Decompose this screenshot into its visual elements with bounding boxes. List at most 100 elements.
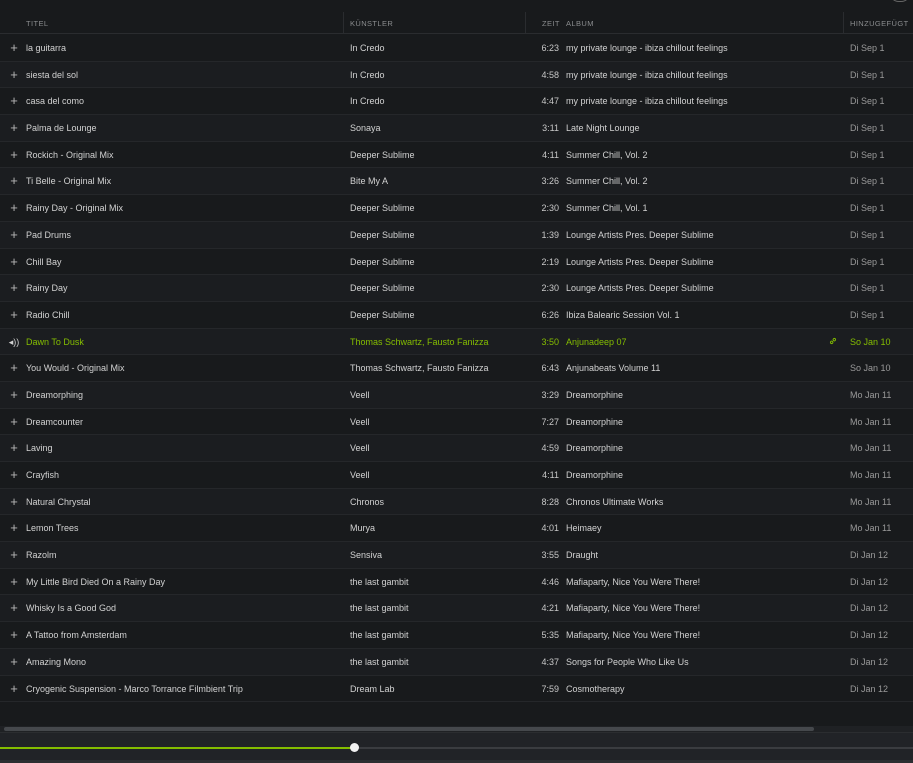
- track-album[interactable]: Summer Chill, Vol. 2: [566, 150, 821, 160]
- table-row[interactable]: + My Little Bird Died On a Rainy Day the l…: [0, 569, 913, 596]
- table-row[interactable]: + Dreamcounter Veell 7:27 Dreamorphine Mo Jan…: [0, 409, 913, 436]
- track-artist[interactable]: In Credo: [350, 43, 530, 53]
- track-artist[interactable]: Deeper Sublime: [350, 257, 530, 267]
- track-artist[interactable]: the last gambit: [350, 577, 530, 587]
- add-icon[interactable]: +: [7, 40, 21, 55]
- track-artist[interactable]: Sensiva: [350, 550, 530, 560]
- table-row[interactable]: + Crayfish Veell 4:11 Dreamorphine Mo Jan 11: [0, 462, 913, 489]
- add-icon[interactable]: +: [7, 67, 21, 82]
- add-icon[interactable]: +: [7, 574, 21, 589]
- table-row[interactable]: + Amazing Mono the last gambit 4:37 Songs fo…: [0, 648, 913, 676]
- col-header-title[interactable]: TITEL: [26, 19, 48, 28]
- table-row[interactable]: + Whisky Is a Good God the last gambit 4:21…: [0, 595, 913, 623]
- table-row[interactable]: + Natural Chrystal Chronos 8:28 Chronos Ulti…: [0, 488, 913, 516]
- track-album[interactable]: Heimaey: [566, 523, 821, 533]
- add-icon[interactable]: +: [7, 93, 21, 108]
- add-icon[interactable]: +: [7, 627, 21, 642]
- track-album[interactable]: Dreamorphine: [566, 390, 821, 400]
- track-album[interactable]: Mafiaparty, Nice You Were There!: [566, 603, 821, 613]
- link-icon[interactable]: [829, 337, 839, 347]
- table-row[interactable]: + casa del como In Credo 4:47 my private lou…: [0, 88, 913, 116]
- track-album[interactable]: Chronos Ultimate Works: [566, 497, 821, 507]
- table-row[interactable]: + Pad Drums Deeper Sublime 1:39 Lounge Artis…: [0, 221, 913, 249]
- add-icon[interactable]: +: [7, 467, 21, 482]
- track-artist[interactable]: Deeper Sublime: [350, 283, 530, 293]
- col-header-added[interactable]: HINZUGEFÜGT: [850, 19, 909, 28]
- col-divider[interactable]: [843, 12, 844, 34]
- track-album[interactable]: Summer Chill, Vol. 2: [566, 176, 821, 186]
- add-icon[interactable]: +: [7, 387, 21, 402]
- playback-progress-bar[interactable]: [0, 743, 913, 752]
- add-icon[interactable]: +: [7, 227, 21, 242]
- table-row[interactable]: + Rainy Day - Original Mix Deeper Sublime 2…: [0, 195, 913, 222]
- track-artist[interactable]: Chronos: [350, 497, 530, 507]
- add-icon[interactable]: +: [7, 654, 21, 669]
- track-artist[interactable]: Deeper Sublime: [350, 310, 530, 320]
- track-artist[interactable]: Murya: [350, 523, 530, 533]
- table-row[interactable]: + Lemon Trees Murya 4:01 Heimaey Mo Jan 11: [0, 515, 913, 543]
- add-icon[interactable]: +: [7, 414, 21, 429]
- track-artist[interactable]: Thomas Schwartz, Fausto Fanizza: [350, 337, 530, 347]
- speaker-icon[interactable]: ◂)): [7, 337, 21, 348]
- table-row[interactable]: + la guitarra In Credo 6:23 my private loung…: [0, 35, 913, 62]
- header-scroll-knob[interactable]: [889, 0, 911, 2]
- add-icon[interactable]: +: [7, 307, 21, 322]
- add-icon[interactable]: +: [7, 147, 21, 162]
- add-icon[interactable]: +: [7, 440, 21, 455]
- track-artist[interactable]: Deeper Sublime: [350, 230, 530, 240]
- track-album[interactable]: Anjunabeats Volume 11: [566, 363, 821, 373]
- track-album[interactable]: Late Night Lounge: [566, 123, 821, 133]
- table-row[interactable]: + Radio Chill Deeper Sublime 6:26 Ibiza Bale…: [0, 302, 913, 329]
- track-artist[interactable]: Veell: [350, 443, 530, 453]
- track-album[interactable]: Summer Chill, Vol. 1: [566, 203, 821, 213]
- track-artist[interactable]: Veell: [350, 390, 530, 400]
- table-row[interactable]: + Ti Belle - Original Mix Bite My A 3:26 Sum…: [0, 168, 913, 196]
- track-artist[interactable]: Veell: [350, 470, 530, 480]
- table-row[interactable]: + siesta del sol In Credo 4:58 my private lo…: [0, 61, 913, 89]
- track-album[interactable]: my private lounge - ibiza chillout feeli…: [566, 96, 821, 106]
- track-artist[interactable]: Veell: [350, 417, 530, 427]
- table-row[interactable]: + Razolm Sensiva 3:55 Draught Di Jan 12: [0, 542, 913, 569]
- track-album[interactable]: Mafiaparty, Nice You Were There!: [566, 577, 821, 587]
- track-album[interactable]: Lounge Artists Pres. Deeper Sublime: [566, 283, 821, 293]
- track-album[interactable]: my private lounge - ibiza chillout feeli…: [566, 43, 821, 53]
- table-row[interactable]: + Dreamorphing Veell 3:29 Dreamorphine Mo Jan…: [0, 381, 913, 409]
- track-artist[interactable]: Dream Lab: [350, 684, 530, 694]
- col-header-album[interactable]: ALBUM: [566, 19, 594, 28]
- track-album[interactable]: Cosmotherapy: [566, 684, 821, 694]
- add-icon[interactable]: +: [7, 360, 21, 375]
- table-row[interactable]: + Rainy Day Deeper Sublime 2:30 Lounge Artis…: [0, 275, 913, 302]
- scrollbar-thumb[interactable]: [4, 727, 814, 731]
- track-artist[interactable]: Deeper Sublime: [350, 150, 530, 160]
- track-album[interactable]: Draught: [566, 550, 821, 560]
- track-album[interactable]: Anjunadeep 07: [566, 337, 821, 347]
- table-row[interactable]: + You Would - Original Mix Thomas Schwartz…: [0, 355, 913, 382]
- track-artist[interactable]: Sonaya: [350, 123, 530, 133]
- add-icon[interactable]: +: [7, 600, 21, 615]
- track-artist[interactable]: the last gambit: [350, 657, 530, 667]
- col-divider[interactable]: [525, 12, 526, 34]
- track-artist[interactable]: Bite My A: [350, 176, 530, 186]
- track-album[interactable]: Lounge Artists Pres. Deeper Sublime: [566, 257, 821, 267]
- add-icon[interactable]: +: [7, 254, 21, 269]
- add-icon[interactable]: +: [7, 681, 21, 696]
- table-row[interactable]: + A Tattoo from Amsterdam the last gambit 5…: [0, 622, 913, 649]
- track-album[interactable]: Dreamorphine: [566, 470, 821, 480]
- table-row-playing[interactable]: ◂)) Dawn To Dusk Thomas Schwartz, Fausto F…: [0, 328, 913, 356]
- add-icon[interactable]: +: [7, 547, 21, 562]
- add-icon[interactable]: +: [7, 520, 21, 535]
- track-artist[interactable]: In Credo: [350, 70, 530, 80]
- track-artist[interactable]: Thomas Schwartz, Fausto Fanizza: [350, 363, 530, 373]
- track-album[interactable]: Lounge Artists Pres. Deeper Sublime: [566, 230, 821, 240]
- table-row[interactable]: + Palma de Lounge Sonaya 3:11 Late Night Lou…: [0, 115, 913, 142]
- col-header-time[interactable]: ZEIT: [542, 19, 560, 28]
- track-album[interactable]: Songs for People Who Like Us: [566, 657, 821, 667]
- track-album[interactable]: Ibiza Balearic Session Vol. 1: [566, 310, 821, 320]
- add-icon[interactable]: +: [7, 494, 21, 509]
- track-album[interactable]: my private lounge - ibiza chillout feeli…: [566, 70, 821, 80]
- table-row[interactable]: + Chill Bay Deeper Sublime 2:19 Lounge Artis…: [0, 249, 913, 276]
- add-icon[interactable]: +: [7, 200, 21, 215]
- table-row[interactable]: + Cryogenic Suspension - Marco Torrance F…: [0, 676, 913, 703]
- col-header-artist[interactable]: KÜNSTLER: [350, 19, 393, 28]
- add-icon[interactable]: +: [7, 120, 21, 135]
